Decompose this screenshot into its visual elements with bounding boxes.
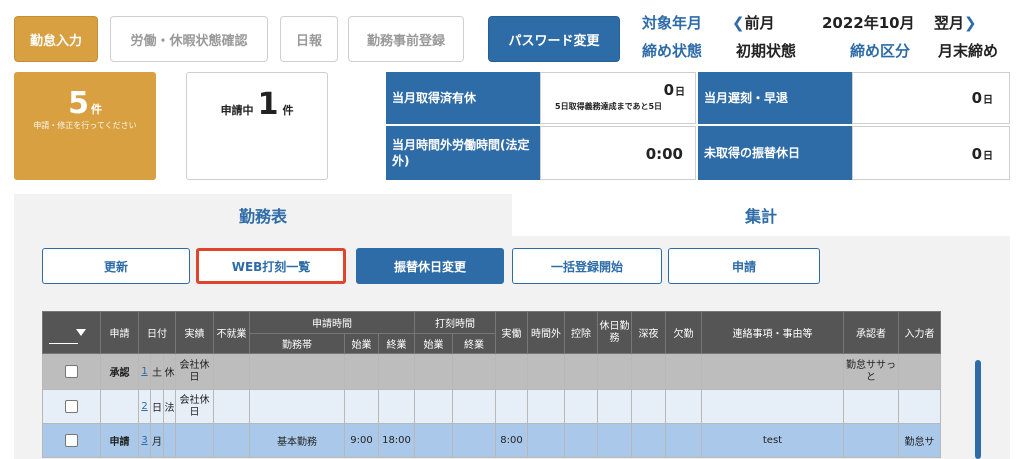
work-leave-status-button[interactable]: 労働・休暇状態確認 [110, 16, 268, 62]
row-checkbox[interactable] [65, 400, 78, 413]
web-stamp-list-button[interactable]: WEB打刻一覧 [196, 248, 346, 284]
close-state-label: 締め状態 [642, 42, 703, 60]
day-link[interactable]: 3 [141, 435, 147, 446]
paid-leave-value-box: 0日 5日取得義務達成まであと5日 [540, 72, 696, 124]
overtime-value-box: 0:00 [540, 126, 696, 180]
substitute-change-button[interactable]: 振替休日変更 [356, 248, 504, 284]
day-link[interactable]: 2 [141, 401, 147, 412]
col-date: 日付 [138, 311, 176, 354]
tab-summary[interactable]: 集計 [512, 194, 1010, 236]
prev-month-link[interactable]: ❮前月 [732, 12, 775, 33]
col-deduction: 控除 [564, 311, 598, 354]
apply-button[interactable]: 申請 [668, 248, 820, 284]
paid-leave-value: 0 [663, 81, 674, 99]
col-result: 実績 [175, 311, 214, 354]
col-approver: 承認者 [843, 311, 899, 354]
col-stamp-time: 打刻時間 [414, 311, 496, 334]
password-change-button[interactable]: パスワード変更 [488, 16, 620, 62]
col-late-night: 深夜 [631, 311, 666, 354]
tab-schedule[interactable]: 勤務表 [14, 194, 512, 236]
sort-toggle[interactable] [42, 311, 101, 354]
col-notes: 連絡事項・事由等 [701, 311, 844, 354]
overtime-label: 当月時間外労働時間(法定外) [386, 126, 540, 180]
next-month-link[interactable]: 翌月❯ [934, 12, 977, 33]
substitute-value-box: 0日 [852, 126, 1010, 180]
caret-down-icon [75, 328, 86, 336]
substitute-value: 0 [971, 145, 982, 163]
requesting-count: 1 [257, 87, 279, 122]
pending-card[interactable]: 5件 申請・修正を行ってください [14, 72, 156, 180]
table-row: 2 日 法 会社休日 [42, 389, 941, 424]
row-checkbox[interactable] [65, 434, 78, 447]
col-actual: 実働 [495, 311, 528, 354]
col-stamp-start: 始業 [414, 333, 453, 354]
col-request-time: 申請時間 [249, 311, 415, 334]
col-non-working: 不就業 [213, 311, 250, 354]
col-absence: 欠勤 [665, 311, 702, 354]
refresh-button[interactable]: 更新 [42, 248, 190, 284]
overtime-value: 0:00 [645, 145, 683, 163]
requesting-card[interactable]: 申請中 1 件 [186, 72, 328, 180]
attendance-table: 申請 日付 実績 不就業 申請時間 打刻時間 実働 時間外 控除 休日勤務 深夜… [42, 311, 941, 458]
col-holiday-work: 休日勤務 [597, 311, 632, 354]
close-type-label: 締め区分 [850, 42, 911, 60]
pending-count: 5 [68, 86, 89, 121]
pre-registration-button[interactable]: 勤務事前登録 [348, 16, 464, 62]
close-state-value: 初期状態 [736, 42, 797, 60]
paid-leave-note: 5日取得義務達成まであと5日 [555, 102, 663, 111]
paid-leave-label: 当月取得済有休 [386, 72, 540, 124]
late-value: 0 [971, 89, 982, 107]
chevron-right-icon: ❯ [964, 14, 977, 32]
col-end: 終業 [378, 333, 415, 354]
substitute-label: 未取得の振替休日 [698, 126, 852, 180]
pending-sub: 申請・修正を行ってください [33, 121, 137, 130]
day-link[interactable]: 1 [141, 366, 147, 377]
daily-report-button[interactable]: 日報 [280, 16, 338, 62]
col-start: 始業 [344, 333, 379, 354]
late-label: 当月遅刻・早退 [698, 72, 852, 124]
late-value-box: 0日 [852, 72, 1010, 124]
table-row: 申請 3 月 基本勤務 9:00 18:00 8:00 test 勤怠サ [42, 423, 941, 458]
table-row: 承認 1 土 休 会社休日 勤怠ササっと [42, 353, 941, 390]
table-scrollbar[interactable] [975, 360, 981, 459]
bulk-register-button[interactable]: 一括登録開始 [512, 248, 662, 284]
chevron-left-icon: ❮ [732, 14, 745, 32]
col-work-band: 勤務帯 [249, 333, 345, 354]
requesting-label: 申請中 [220, 104, 254, 117]
current-month: 2022年10月 [822, 14, 915, 32]
col-overtime: 時間外 [527, 311, 565, 354]
row-request-status: 申請 [100, 423, 139, 458]
row-request-status: 承認 [100, 353, 139, 390]
close-type-value: 月末締め [938, 42, 999, 60]
col-stamp-end: 終業 [452, 333, 496, 354]
col-inputter: 入力者 [898, 311, 941, 354]
col-request: 申請 [100, 311, 139, 354]
target-month-label: 対象年月 [642, 14, 703, 32]
attendance-input-button[interactable]: 勤怠入力 [14, 16, 98, 62]
row-checkbox[interactable] [65, 365, 78, 378]
